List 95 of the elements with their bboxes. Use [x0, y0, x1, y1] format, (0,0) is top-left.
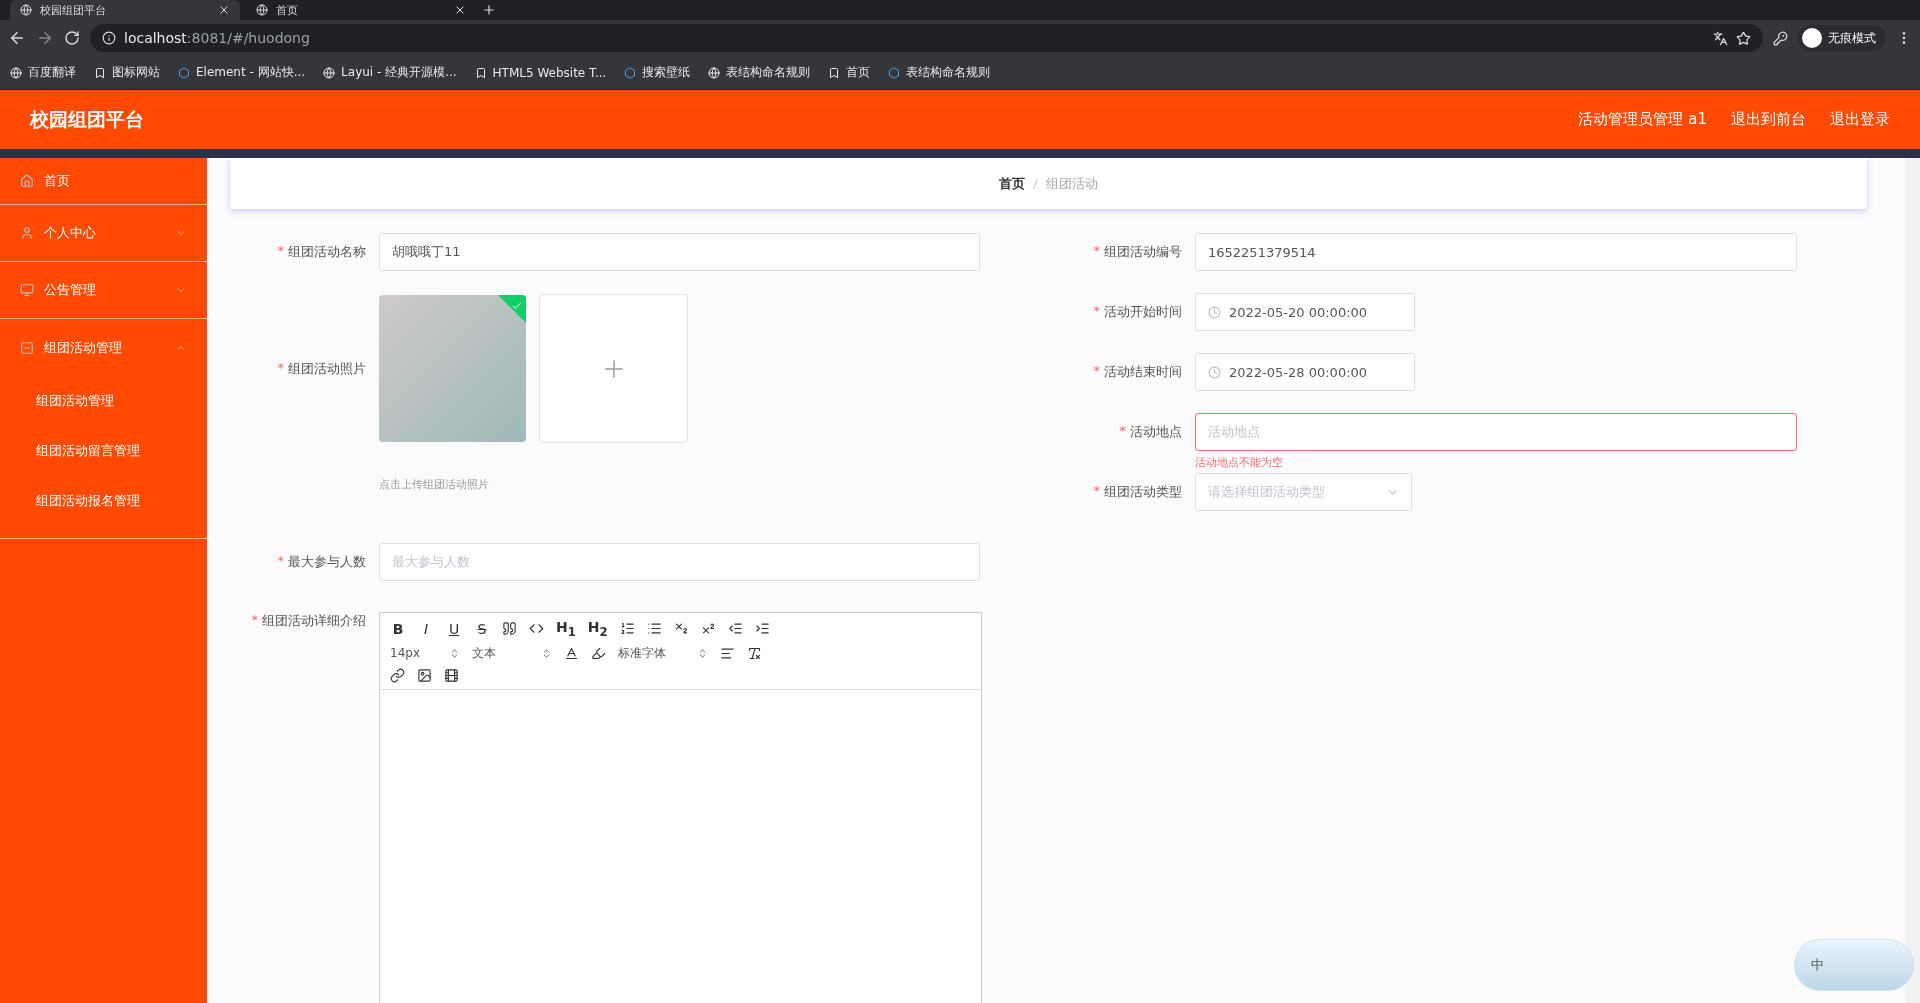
outdent-icon[interactable] — [727, 621, 743, 637]
indent-icon[interactable] — [754, 621, 770, 637]
required-mark: * — [1093, 243, 1100, 260]
up-down-icon — [541, 647, 552, 659]
bookmark-icon — [828, 66, 841, 79]
image-icon[interactable] — [417, 667, 432, 683]
error-message: 活动地点不能为空 — [1195, 455, 1283, 470]
up-down-icon — [697, 647, 708, 659]
globe-icon — [20, 4, 32, 16]
subscript-icon[interactable] — [673, 621, 689, 637]
hexagon-icon — [178, 66, 190, 79]
translate-icon[interactable] — [1713, 30, 1728, 46]
monitor-icon — [20, 283, 34, 297]
format-button[interactable]: I — [418, 620, 434, 637]
required-mark: * — [251, 612, 258, 629]
url-text: localhost:8081/#/huodong — [124, 30, 310, 46]
bookmark-star-icon[interactable] — [1736, 30, 1751, 46]
format-button[interactable]: U — [446, 620, 462, 637]
home-icon — [20, 174, 34, 188]
format-button[interactable]: H$_{1}$ — [556, 619, 576, 639]
link-icon[interactable] — [390, 667, 405, 683]
upload-hint: 点击上传组团活动照片 — [379, 477, 490, 492]
browser-tab[interactable]: 首页 — [246, 0, 476, 20]
address-bar[interactable]: localhost:8081/#/huodong — [90, 24, 1763, 52]
breadcrumb-separator: / — [1033, 176, 1038, 191]
required-mark: * — [277, 359, 284, 377]
user-icon — [20, 226, 34, 240]
superscript-icon[interactable] — [700, 621, 716, 637]
quote-icon[interactable] — [502, 621, 517, 637]
format-select[interactable]: 文本 — [472, 644, 552, 662]
required-mark: * — [277, 553, 284, 570]
field-label: 最大参与人数 — [288, 553, 366, 571]
required-mark: * — [1093, 303, 1100, 320]
bookmark[interactable]: 图标网站 — [94, 64, 160, 81]
field-label: 组团活动详细介绍 — [262, 612, 366, 630]
field-label: 组团活动类型 — [1104, 483, 1182, 501]
required-mark: * — [277, 243, 284, 260]
required-mark: * — [1093, 363, 1100, 380]
required-mark: * — [1119, 423, 1126, 440]
input-field[interactable]: 胡哦哦丁11 — [379, 233, 980, 271]
bookmark[interactable]: Layui - 经典开源模... — [323, 64, 457, 81]
avatar-icon — [1802, 28, 1822, 48]
browser-tab[interactable]: 校园组团平台 — [10, 0, 240, 20]
up-down-icon — [449, 647, 460, 659]
breadcrumb-item[interactable]: 首页 — [999, 174, 1026, 193]
bookmark[interactable]: 百度翻译 — [10, 64, 76, 81]
globe-icon — [323, 66, 336, 79]
required-mark: * — [1093, 483, 1100, 500]
back-icon[interactable] — [8, 29, 26, 47]
bookmark-icon — [474, 66, 487, 79]
info-icon — [102, 31, 116, 45]
date-field[interactable]: 2022-05-20 00:00:00 — [1195, 293, 1415, 331]
key-icon[interactable] — [1773, 30, 1788, 46]
field-label: 活动开始时间 — [1104, 303, 1182, 321]
field-label: 活动结束时间 — [1104, 363, 1182, 381]
format-button[interactable]: S — [474, 620, 490, 637]
clock-icon — [1208, 365, 1221, 379]
input-field[interactable]: 1652251379514 — [1195, 233, 1797, 271]
new-tab-icon[interactable] — [482, 3, 496, 17]
globe-icon — [708, 66, 721, 79]
align-icon[interactable] — [720, 645, 735, 661]
close-icon[interactable] — [218, 4, 230, 16]
bookmark[interactable]: 首页 — [828, 64, 871, 81]
profile-button[interactable]: 无痕模式 — [1798, 25, 1886, 51]
format-select[interactable]: 14px — [390, 646, 460, 661]
field-label: 组团活动编号 — [1104, 243, 1182, 261]
date-field[interactable]: 2022-05-28 00:00:00 — [1195, 353, 1415, 391]
clear-format-icon[interactable] — [747, 645, 762, 661]
bookmark[interactable]: 表结构命名规则 — [888, 64, 991, 81]
bookmark[interactable]: 搜索壁纸 — [624, 64, 691, 81]
close-icon[interactable] — [454, 4, 466, 16]
hexagon-icon — [624, 66, 637, 79]
field-label: 组团活动照片 — [288, 359, 366, 378]
bookmark[interactable]: HTML5 Website T... — [474, 65, 607, 80]
video-icon[interactable] — [444, 667, 459, 683]
bookmark[interactable]: 表结构命名规则 — [708, 64, 811, 81]
reload-icon[interactable] — [64, 30, 80, 46]
clock-icon — [1208, 305, 1221, 319]
bookmark[interactable]: Element - 网站快... — [178, 64, 306, 81]
field-label: 活动地点 — [1130, 423, 1182, 441]
ime-toolbar[interactable]: 中 — [1794, 939, 1914, 991]
field-label: 组团活动名称 — [288, 243, 366, 261]
app-title: 校园组团平台 — [30, 106, 145, 132]
ordered-list-icon[interactable] — [619, 621, 635, 637]
font-color-icon[interactable] — [564, 645, 579, 661]
format-select[interactable]: 标准字体 — [618, 644, 708, 662]
format-button[interactable]: H$_{2}$ — [587, 619, 608, 639]
globe-icon — [256, 4, 268, 16]
forward-icon[interactable] — [36, 29, 54, 47]
bookmark-icon — [94, 66, 106, 79]
hexagon-icon — [888, 66, 901, 79]
globe-icon — [10, 66, 22, 79]
highlight-icon[interactable] — [591, 645, 606, 661]
bullet-list-icon[interactable] — [646, 621, 662, 637]
format-button[interactable]: B — [390, 620, 406, 637]
